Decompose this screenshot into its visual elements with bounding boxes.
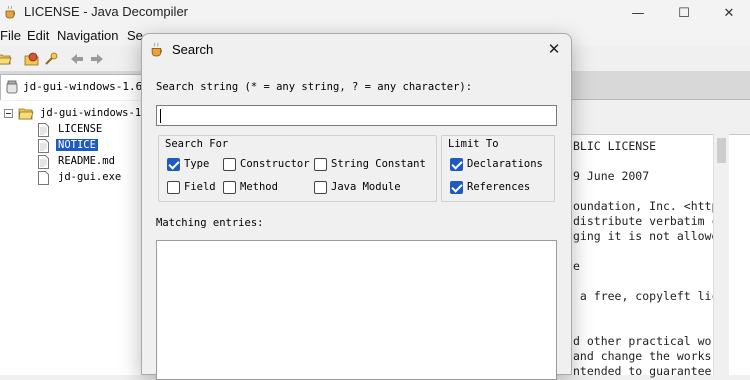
- search-for-title: Search For: [165, 138, 229, 150]
- menu-navigation[interactable]: Navigation: [57, 28, 118, 43]
- text-file-icon: [38, 139, 49, 153]
- string-constant-label: String Constant: [331, 158, 426, 170]
- search-for-group: Search For Type Constructor String Const…: [158, 135, 437, 202]
- method-checkbox[interactable]: [223, 181, 236, 194]
- close-icon: ✕: [723, 5, 735, 21]
- type-label: Type: [184, 158, 210, 170]
- minimize-button[interactable]: —: [615, 0, 661, 26]
- tree-item-label: jd-gui.exe: [58, 171, 122, 183]
- text-file-icon: [38, 123, 49, 137]
- close-icon: ✕: [547, 40, 561, 58]
- back-arrow-icon[interactable]: [69, 51, 85, 67]
- text-caret: [160, 109, 161, 123]
- tree-root[interactable]: jd-gui-windows-1.: [2, 106, 150, 122]
- tree-item-license[interactable]: LICENSE: [38, 122, 148, 138]
- file-icon: [38, 171, 49, 185]
- tree-item-notice[interactable]: NOTICE: [38, 138, 148, 154]
- dialog-title-bar[interactable]: Search ✕: [142, 34, 571, 64]
- tree-item-label: LICENSE: [58, 123, 103, 135]
- tree-item-exe[interactable]: jd-gui.exe: [38, 170, 148, 186]
- declarations-checkbox[interactable]: [450, 158, 463, 171]
- java-cup-icon: [5, 5, 16, 19]
- menu-edit[interactable]: Edit: [27, 28, 49, 43]
- editor-line: a free, copyleft lic: [573, 289, 719, 303]
- editor-line: oundation, Inc. <http: [573, 199, 719, 213]
- close-button[interactable]: ✕: [706, 0, 750, 26]
- tree-root-label: jd-gui-windows-1.: [40, 107, 148, 119]
- editor-line: ntended to guarantee: [573, 364, 712, 378]
- text-file-icon: [38, 155, 49, 169]
- constructor-label: Constructor: [240, 158, 310, 170]
- dialog-title: Search: [172, 42, 214, 57]
- tab-label: jd-gui-windows-1.6.6: [23, 80, 156, 93]
- method-label: Method: [240, 181, 278, 193]
- search-dialog: Search ✕ Search string (* = any string, …: [141, 33, 572, 380]
- maximize-icon: ☐: [678, 5, 690, 21]
- jar-icon: [6, 80, 18, 94]
- maximize-button[interactable]: ☐: [661, 0, 707, 26]
- search-input[interactable]: [156, 105, 557, 126]
- matching-entries-label: Matching entries:: [156, 217, 264, 229]
- scrollbar-thumb[interactable]: [717, 138, 726, 163]
- references-label: References: [467, 181, 531, 193]
- limit-to-group: Limit To Declarations References: [441, 135, 555, 202]
- tree-item-label: NOTICE: [56, 139, 98, 151]
- main-window: LICENSE - Java Decompiler — ☐ ✕ File Edi…: [0, 0, 750, 380]
- references-checkbox[interactable]: [450, 181, 463, 194]
- search-type-icon[interactable]: [43, 51, 59, 67]
- tab-jar[interactable]: jd-gui-windows-1.6.6: [0, 74, 155, 100]
- file-tree: jd-gui-windows-1. LICENSE NOTICE README.…: [0, 101, 150, 375]
- editor-line: distribute verbatim c: [573, 214, 719, 228]
- minimize-icon: —: [631, 5, 645, 21]
- editor-line: e: [573, 259, 580, 273]
- window-title: LICENSE - Java Decompiler: [24, 4, 188, 19]
- java-module-label: Java Module: [331, 181, 401, 193]
- field-checkbox[interactable]: [167, 181, 180, 194]
- constructor-checkbox[interactable]: [223, 158, 236, 171]
- declarations-label: Declarations: [467, 158, 543, 170]
- search-string-label: Search string (* = any string, ? = any c…: [156, 81, 473, 93]
- matching-entries-list[interactable]: [156, 240, 557, 380]
- collapse-icon[interactable]: [4, 109, 13, 118]
- java-module-checkbox[interactable]: [314, 181, 327, 194]
- tree-item-readme[interactable]: README.md: [38, 154, 148, 170]
- java-cup-icon: [151, 42, 162, 57]
- type-checkbox[interactable]: [167, 158, 180, 171]
- forward-arrow-icon[interactable]: [89, 51, 105, 67]
- open-type-icon[interactable]: [24, 51, 40, 67]
- editor-line: ging it is not allowe: [573, 229, 719, 243]
- field-label: Field: [184, 181, 216, 193]
- limit-to-title: Limit To: [448, 138, 499, 150]
- string-constant-checkbox[interactable]: [314, 158, 327, 171]
- editor-line: 9 June 2007: [573, 169, 650, 183]
- title-bar: LICENSE - Java Decompiler — ☐ ✕: [0, 0, 750, 26]
- menu-file[interactable]: File: [0, 28, 21, 43]
- editor-line: and change the works.: [573, 349, 719, 363]
- tree-item-label: README.md: [58, 155, 115, 167]
- editor-vertical-scrollbar[interactable]: [713, 134, 729, 375]
- editor-line: BLIC LICENSE: [573, 139, 657, 153]
- folder-open-icon: [18, 108, 34, 120]
- dialog-close-button[interactable]: ✕: [542, 38, 566, 60]
- editor-line: d other practical wor: [573, 334, 719, 348]
- open-folder-icon[interactable]: [0, 51, 12, 67]
